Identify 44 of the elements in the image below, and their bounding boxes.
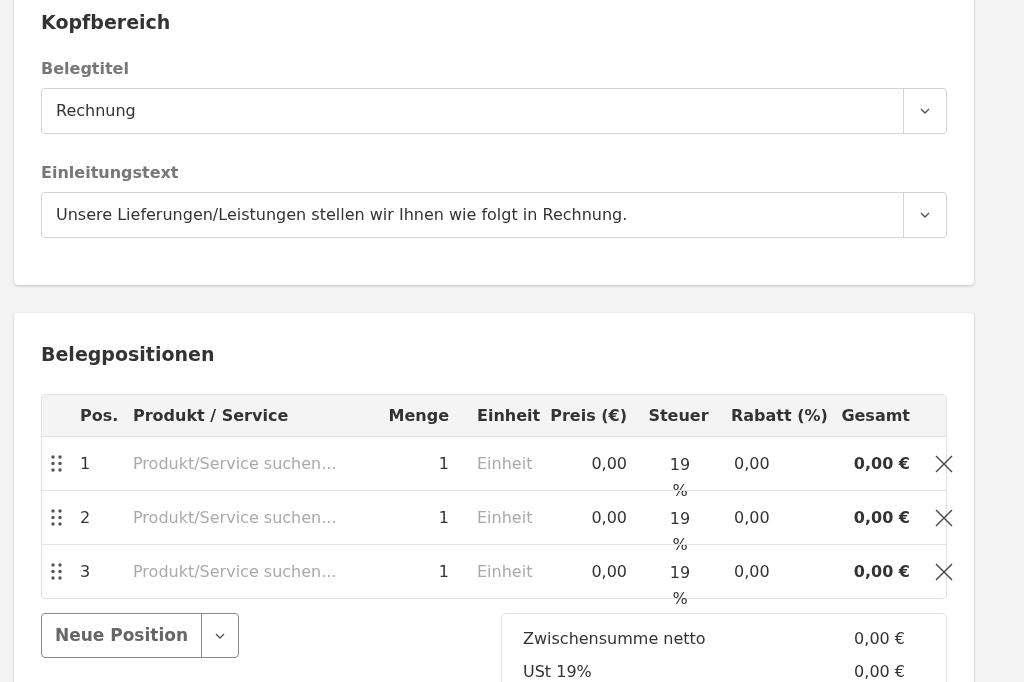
- input-field[interactable]: 1: [438, 453, 449, 473]
- table-cell: 3: [80, 561, 91, 581]
- input-field[interactable]: 0,00: [734, 453, 770, 473]
- column-header: Rabatt (%): [730, 404, 829, 427]
- close-icon[interactable]: [934, 507, 954, 528]
- table-cell: 0,00 €: [853, 453, 910, 473]
- select-field[interactable]: Rechnung: [41, 88, 947, 134]
- column-header: Pos.: [79, 404, 120, 427]
- column-header: Produkt / Service: [132, 404, 290, 427]
- drag-handle-icon[interactable]: [51, 509, 62, 526]
- input-field[interactable]: 0,00: [591, 561, 627, 581]
- column-header: Gesamt: [840, 404, 911, 427]
- table-cell: 0,00 €: [853, 507, 910, 527]
- section-title: Belegpositionen: [41, 342, 216, 367]
- split-button[interactable]: Neue Position: [41, 613, 239, 658]
- section-title: Kopfbereich: [41, 10, 172, 35]
- input-field[interactable]: 1: [438, 561, 449, 581]
- drag-handle-icon[interactable]: [51, 455, 62, 472]
- totals-value: 0,00 €: [854, 660, 905, 682]
- chevron-down-icon: [215, 632, 225, 639]
- input-field[interactable]: 0,00: [734, 561, 770, 581]
- input-field[interactable]: 0,00: [591, 453, 627, 473]
- input-field[interactable]: 0,00: [591, 507, 627, 527]
- input-field[interactable]: 1: [438, 507, 449, 527]
- select-field[interactable]: Unsere Lieferungen/Leistungen stellen wir Ihnen wie folgt in Rechnung.: [41, 192, 947, 238]
- totals-label: USt 19%: [523, 660, 592, 682]
- column-header: Menge: [387, 404, 450, 427]
- chevron-down-icon: [920, 108, 930, 114]
- table-cell: 1: [80, 453, 91, 473]
- field-label: Belegtitel: [41, 58, 130, 80]
- totals-label: Zwischensumme netto: [523, 627, 706, 650]
- input-field[interactable]: 0,00: [734, 507, 770, 527]
- totals-value: 0,00 €: [854, 627, 905, 650]
- input-field[interactable]: 19 %: [668, 560, 692, 612]
- field-label: Einleitungstext: [41, 162, 180, 184]
- column-header: Steuer: [647, 404, 710, 427]
- close-icon[interactable]: [934, 453, 954, 474]
- chevron-down-icon: [920, 212, 930, 218]
- table-cell: 0,00 €: [853, 561, 910, 581]
- close-icon[interactable]: [934, 561, 954, 582]
- column-header: Einheit: [476, 404, 542, 427]
- table-cell: 2: [80, 507, 91, 527]
- column-header: Preis (€): [549, 404, 628, 427]
- drag-handle-icon[interactable]: [51, 563, 62, 580]
